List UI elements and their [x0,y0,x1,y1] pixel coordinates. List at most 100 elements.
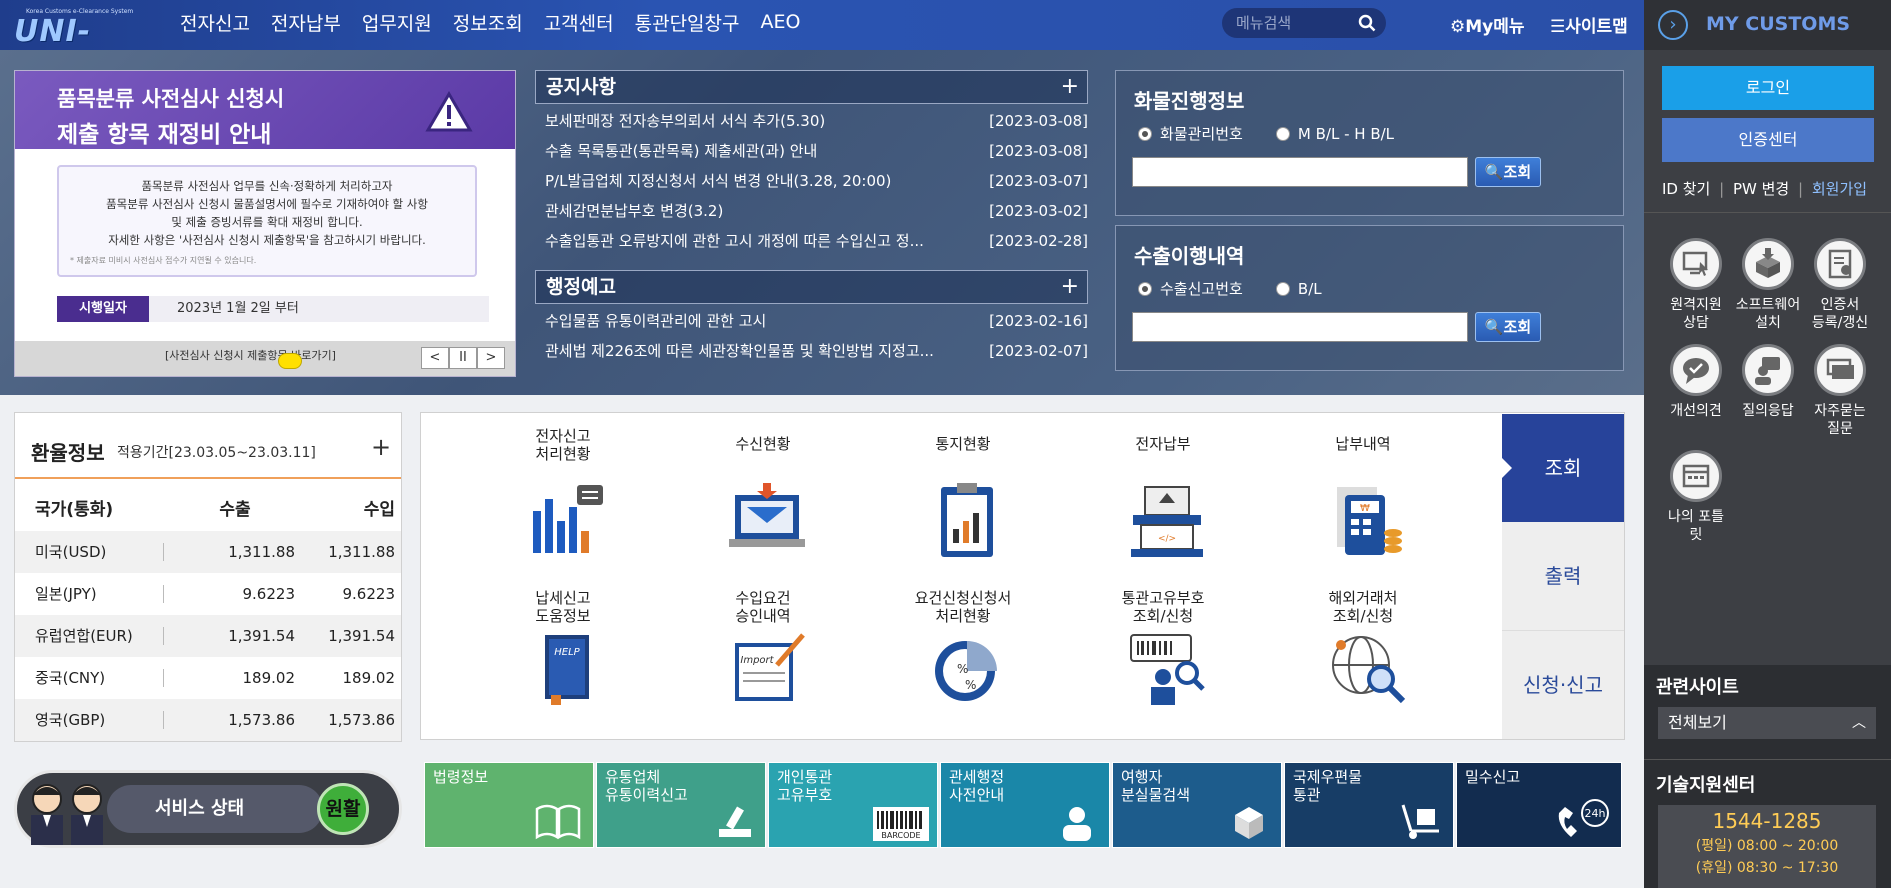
admin-notice-item[interactable]: 관세법 제226조에 따른 세관장확인물품 및 확인방법 지정고... [2023… [545,336,1088,366]
quick-link-admin-guide[interactable]: 관세행정 사전안내 [940,762,1110,848]
rate-header: 환율정보 적용기간[23.03.05~23.03.11] + [15,413,401,479]
cert-center-button[interactable]: 인증센터 [1662,118,1874,162]
cargo-input[interactable] [1132,157,1468,187]
nav-item-e-declaration[interactable]: 전자신고 [180,9,250,36]
certificate-icon [1828,249,1852,279]
related-sites-title: 관련사이트 [1656,677,1739,698]
banner-body-line: 자세한 사항은 '사전심사 신청시 제출항목'을 참고하시기 바랍니다. [108,233,426,247]
cargo-search-button[interactable]: 🔍조회 [1475,157,1541,187]
notice-item[interactable]: 보세판매장 전자송부의뢰서 서식 추가(5.30) [2023-03-08] [545,106,1088,136]
service-overseas-partner[interactable]: 해외거래처 조회/신청 [1293,589,1433,739]
service-customs-code[interactable]: 통관고유부호 조회/신청 [1093,589,1233,739]
service-requirement-status[interactable]: 요건신청신청서 처리현황 %% [893,589,1033,739]
banner-prev-button[interactable]: < [421,347,449,369]
divider [1644,212,1891,213]
my-portlet-button[interactable]: 나의 포틀 릿 [1656,450,1736,544]
notice-banner[interactable]: 품목분류 사전심사 신청시 제출 항목 재정비 안내 품목분류 사전심사 업무를… [14,70,516,377]
nav-item-info-search[interactable]: 정보조회 [453,9,523,36]
service-import-approval[interactable]: 수입요건 승인내역 Import [693,589,833,739]
svg-text:BARCODE: BARCODE [881,831,920,840]
calendar-grid-icon [1682,464,1710,488]
service-tax-help[interactable]: 납세신고 도움정보 HELP [493,589,633,739]
quick-link-smuggling-report[interactable]: 밀수신고 24h [1456,762,1622,848]
export-bl-radio[interactable] [1275,281,1290,296]
admin-notice-item[interactable]: 수입물품 유통이력관리에 관한 고시 [2023-02-16] [545,306,1088,336]
service-e-payment[interactable]: 전자납부 </> [1093,435,1233,575]
change-pw-link[interactable]: PW 변경 [1733,180,1789,198]
export-input[interactable] [1132,312,1468,342]
nav-item-business-support[interactable]: 업무지원 [362,9,432,36]
find-id-link[interactable]: ID 찾기 [1662,180,1710,198]
qna-button[interactable]: 질의응답 [1728,344,1808,420]
notice-item[interactable]: 수출 목록통관(통관목록) 제출세관(과) 안내 [2023-03-08] [545,136,1088,166]
banner-body-line: 품목분류 사전심사 업무를 신속·정확하게 처리하고자 [141,179,393,193]
my-menu-label: My메뉴 [1465,17,1525,37]
notice-item[interactable]: 수출입통관 오류방지에 관한 고시 개정에 따른 수입신고 정... [2023-… [545,226,1088,256]
tab-search[interactable]: 조회 [1502,414,1624,522]
nav-item-e-payment[interactable]: 전자납부 [271,9,341,36]
exchange-rate-panel: 환율정보 적용기간[23.03.05~23.03.11] + 국가(통화) 수출 수… [14,412,402,742]
holiday-hours: (휴일) 08:30 ~ 17:30 [1695,860,1839,876]
menu-search-input[interactable] [1236,11,1351,35]
software-install-button[interactable]: 소프트웨어 설치 [1728,238,1808,332]
admin-notice-more-button[interactable]: + [1061,271,1079,303]
quick-link-distribution[interactable]: 유통업체 유통이력신고 [596,762,766,848]
uni-pass-logo[interactable]: Korea Customs e-Clearance System UNI-PAS… [14,8,142,84]
service-receive-status[interactable]: 수신현황 [693,435,833,575]
notice-more-button[interactable]: + [1061,71,1079,103]
rate-period: 적용기간[23.03.05~23.03.11] [117,445,316,461]
notice-item[interactable]: P/L발급업체 지정신청서 서식 변경 안내(3.28, 20:00) [2023… [545,166,1088,196]
service-status-label: 서비스 상태 [107,785,323,833]
banner-pause-button[interactable]: II [449,347,477,369]
login-button[interactable]: 로그인 [1662,66,1874,110]
tech-support-title: 기술지원센터 [1656,775,1756,796]
chevron-right-icon[interactable]: › [1658,10,1688,40]
my-menu-button[interactable]: ⚙My메뉴 [1450,12,1525,37]
banner-title-line2: 제출 항목 재정비 안내 [57,122,272,148]
quick-link-law-info[interactable]: 법령정보 [424,762,594,848]
staff-avatars-icon [31,784,103,845]
cargo-number-radio[interactable] [1138,126,1152,141]
quick-link-intl-mail[interactable]: 국제우편물 통관 [1284,762,1454,848]
rate-row: 유럽연합(EUR) 1,391.54 1,391.54 [15,615,401,657]
nav-item-customer-center[interactable]: 고객센터 [544,9,614,36]
percent-pie-icon: %% [935,641,997,701]
banner-pager-dot[interactable] [278,353,302,369]
banner-body-line: 품목분류 사전심사 신청시 물품설명서에 필수로 기재하여야 할 사항 [106,197,428,211]
service-e-declaration-status[interactable]: 전자신고 처리현황 [493,427,633,577]
service-category-tabs: 조회 출력 신청·신고 [1502,414,1624,739]
export-number-radio[interactable] [1138,281,1152,296]
export-search-button[interactable]: 🔍조회 [1475,312,1541,342]
notice-title: 공지사항 [546,76,616,98]
banner-controls-bar: [사전심사 신청시 제출항목 바로가기] < II > [15,341,515,376]
banner-title-line1: 품목분류 사전심사 신청시 [57,87,285,111]
related-sites-select[interactable]: 전체보기 ︿ [1658,707,1876,739]
cargo-title: 화물진행정보 [1134,89,1245,113]
export-search-label: 조회 [1503,318,1532,336]
join-link[interactable]: 회원가입 [1812,180,1867,198]
quick-link-lost-items[interactable]: 여행자 분실물검색 [1112,762,1282,848]
tab-print[interactable]: 출력 [1502,522,1624,631]
quick-link-personal-code[interactable]: 개인통관 고유부호 BARCODE [768,762,938,848]
nav-item-single-window[interactable]: 통관단일창구 [635,9,740,36]
service-payment-history[interactable]: 납부내역 ₩ [1293,435,1433,575]
remote-support-button[interactable]: 원격지원 상담 [1656,238,1736,332]
banner-note: * 제출자료 미비시 사전심사 접수가 지연될 수 있습니다. [70,256,257,265]
nav-item-aeo[interactable]: AEO [761,11,801,33]
faq-button[interactable]: 자주묻는 질문 [1800,344,1880,438]
banner-next-button[interactable]: > [477,347,505,369]
banner-link[interactable]: [사전심사 신청시 제출항목 바로가기] [165,347,336,363]
banner-date-label: 시행일자 [57,296,149,322]
sitemap-button[interactable]: ☰사이트맵 [1550,12,1628,37]
rate-more-button[interactable]: + [371,433,391,461]
clipboard-chart-icon [941,483,993,557]
certificate-button[interactable]: 인증서 등록/갱신 [1800,238,1880,332]
feedback-button[interactable]: 개선의견 [1656,344,1736,420]
admin-notice-panel: 행정예고 + 수입물품 유통이력관리에 관한 고시 [2023-02-16] 관세… [535,270,1088,366]
search-icon[interactable] [1358,14,1376,32]
menu-search-box [1222,8,1386,38]
bl-radio[interactable] [1275,126,1290,141]
service-notice-status[interactable]: 통지현황 [893,435,1033,575]
tab-apply-report[interactable]: 신청·신고 [1502,631,1624,739]
notice-item[interactable]: 관세감면분납부호 변경(3.2) [2023-03-02] [545,196,1088,226]
